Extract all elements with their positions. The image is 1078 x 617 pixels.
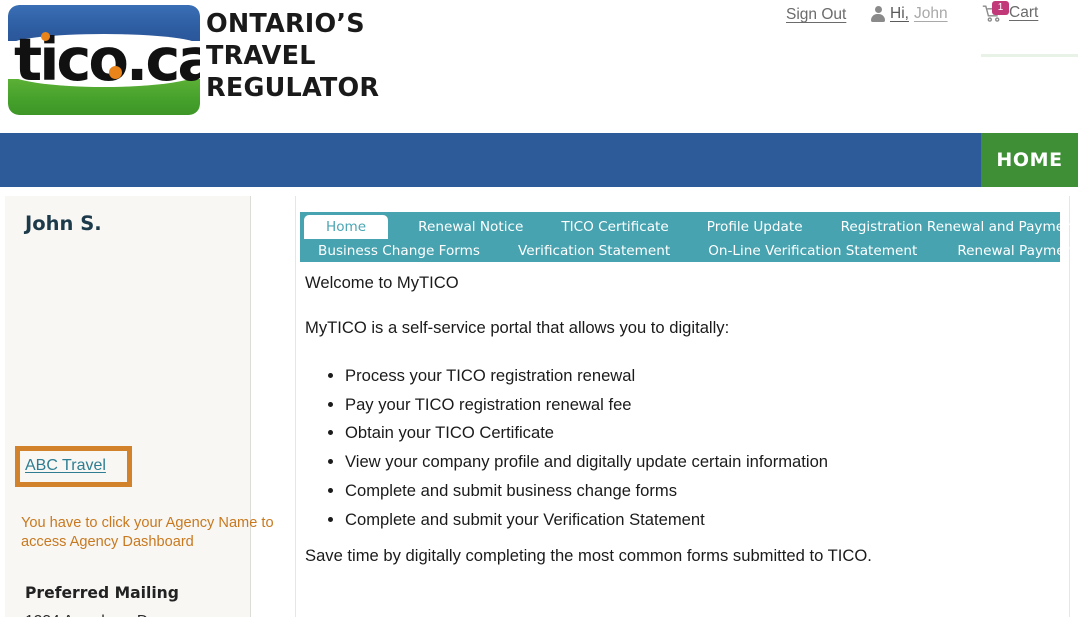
user-name-text: John [913, 5, 948, 22]
tab-business-change-forms[interactable]: Business Change Forms [312, 243, 486, 259]
logo-dot-i-icon [41, 32, 50, 41]
page-root: tico.ca ONTARIO’S TRAVEL REGULATOR Sign … [0, 0, 1078, 617]
address-line-1: 1234 Anywhere Dr [25, 610, 208, 617]
greeting-text: Hi, [890, 5, 909, 22]
main-navbar: HOME [0, 133, 1078, 187]
tagline-line-1: ONTARIO’S [206, 9, 365, 39]
tagline-line-2: TRAVEL [206, 41, 316, 71]
list-item: Pay your TICO registration renewal fee [345, 391, 828, 420]
welcome-heading: Welcome to MyTICO [305, 273, 459, 292]
list-item: Process your TICO registration renewal [345, 362, 828, 391]
portal-tabstrip: Home Renewal Notice TICO Certificate Pro… [300, 212, 1078, 262]
logo-dot-separator-icon [109, 66, 122, 79]
tab-row-2: Business Change Forms Verification State… [300, 240, 1078, 262]
list-item: Complete and submit business change form… [345, 477, 828, 506]
tab-renewal-notice[interactable]: Renewal Notice [412, 219, 529, 235]
cart-count-badge: 1 [992, 1, 1009, 15]
user-sidebar: John S. ABC Travel You have to click you… [5, 196, 274, 617]
feature-bullet-list: Process your TICO registration renewal P… [305, 362, 828, 534]
tab-profile-update[interactable]: Profile Update [701, 219, 809, 235]
tico-logo[interactable]: tico.ca [8, 5, 200, 115]
tab-row-1: Home Renewal Notice TICO Certificate Pro… [300, 215, 1078, 239]
cart-label: Cart [1009, 4, 1039, 21]
user-greeting[interactable]: Hi, John [871, 5, 953, 23]
list-item: Obtain your TICO Certificate [345, 419, 828, 448]
sidebar-agency-link[interactable]: ABC Travel [25, 457, 106, 475]
nav-home-underline [981, 54, 1078, 57]
logo-card: tico.ca [8, 5, 200, 115]
list-item: View your company profile and digitally … [345, 448, 828, 477]
sidebar-instruction-note: You have to click your Agency Name to ac… [21, 515, 274, 550]
tab-renewal-payment[interactable]: Renewal Payment [951, 243, 1078, 259]
intro-paragraph: MyTICO is a self-service portal that all… [305, 318, 730, 337]
closing-paragraph: Save time by digitally completing the mo… [305, 546, 872, 565]
tab-online-verification-statement[interactable]: On-Line Verification Statement [702, 243, 923, 259]
mailing-address: 1234 Anywhere Dr Mississauga, ON L4N 5B2… [25, 610, 208, 617]
nav-item-home[interactable]: HOME [981, 133, 1078, 187]
sidebar-user-name: John S. [25, 212, 102, 235]
tab-verification-statement[interactable]: Verification Statement [512, 243, 676, 259]
list-item: Complete and submit your Verification St… [345, 506, 828, 535]
shopping-cart-icon: 1 [982, 1, 1009, 23]
preferred-mailing-label: Preferred Mailing [25, 584, 179, 602]
site-tagline: ONTARIO’S TRAVEL REGULATOR [206, 8, 506, 104]
tagline-line-3: REGULATOR [206, 73, 380, 103]
tab-registration-renewal-and-payment[interactable]: Registration Renewal and Payment [835, 219, 1078, 235]
person-icon [871, 6, 885, 22]
tab-tico-certificate[interactable]: TICO Certificate [555, 219, 674, 235]
sign-out-link[interactable]: Sign Out [786, 6, 846, 24]
cart-link[interactable]: 1 Cart [982, 1, 1039, 23]
site-header: tico.ca ONTARIO’S TRAVEL REGULATOR Sign … [0, 0, 1078, 120]
tab-home[interactable]: Home [304, 215, 389, 239]
